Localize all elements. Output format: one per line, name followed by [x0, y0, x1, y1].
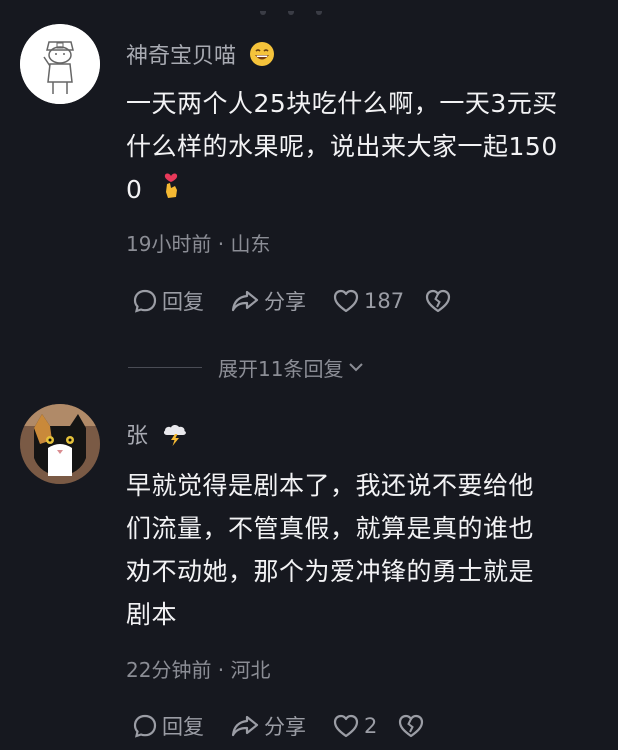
- heart-icon: [333, 289, 359, 313]
- share-button[interactable]: 分享: [230, 286, 306, 316]
- like-button[interactable]: 2: [332, 713, 377, 739]
- username[interactable]: 张: [126, 418, 189, 453]
- avatar[interactable]: [20, 24, 100, 104]
- heart-hand-icon: [159, 170, 183, 213]
- dislike-button[interactable]: [424, 288, 452, 314]
- avatar[interactable]: [20, 404, 100, 484]
- expand-replies-button[interactable]: 展开11条回复: [128, 352, 528, 382]
- broken-heart-icon: [399, 714, 424, 738]
- reply-icon: [133, 289, 157, 313]
- reply-button[interactable]: 回复: [132, 711, 204, 741]
- share-button[interactable]: 分享: [230, 711, 306, 741]
- heart-icon: [333, 714, 359, 738]
- broken-heart-icon: [425, 289, 451, 313]
- divider: [128, 366, 202, 368]
- share-icon: [231, 715, 259, 737]
- reply-icon: [133, 714, 157, 738]
- share-icon: [231, 290, 259, 312]
- grinning-face-icon: [249, 41, 275, 73]
- like-button[interactable]: 187: [332, 288, 404, 314]
- reply-button[interactable]: 回复: [132, 286, 204, 316]
- comment-meta: 19小时前 · 山东: [126, 232, 271, 256]
- comment-text: 早就觉得是剧本了，我还说不要给他 们流量，不管真假，就算是真的谁也 劝不动她，那…: [126, 471, 535, 629]
- dislike-button[interactable]: [397, 713, 425, 739]
- comment-actions: 回复 分享 2: [132, 711, 425, 741]
- comment-actions: 回复 分享 187: [132, 286, 452, 316]
- username[interactable]: 神奇宝贝喵: [126, 38, 275, 73]
- lightning-cloud-icon: [161, 421, 189, 453]
- comment-text: 一天两个人25块吃什么啊，一天3元买 什么样的水果呢，说出来大家一起150 0: [126, 82, 606, 213]
- chevron-down-icon: [349, 363, 364, 372]
- top-indicator: [260, 0, 360, 15]
- comment-meta: 22分钟前 · 河北: [126, 658, 271, 682]
